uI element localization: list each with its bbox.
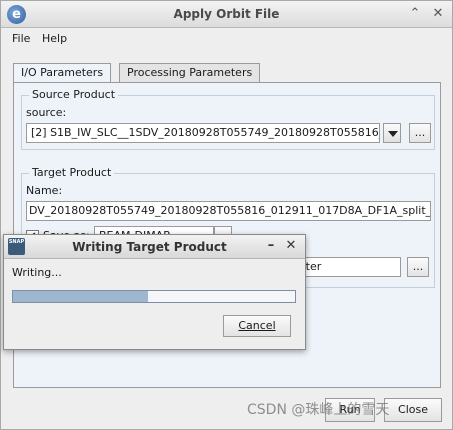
close-icon[interactable]: ✕ — [429, 5, 447, 23]
directory-browse-button[interactable]: ... — [407, 257, 429, 277]
tab-processing-parameters[interactable]: Processing Parameters — [119, 63, 261, 82]
dialog-title: Writing Target Product — [72, 240, 227, 254]
tab-io-parameters[interactable]: I/O Parameters — [13, 63, 112, 83]
chevron-up-icon[interactable]: ⌃ — [406, 5, 424, 23]
watermark: CSDN @珠峰上的雪天 — [247, 402, 390, 418]
window-title: Apply Orbit File — [173, 7, 280, 21]
progress-fill — [13, 291, 149, 302]
title-bar[interactable]: e Apply Orbit File ⌃ ✕ — [1, 1, 452, 28]
name-label: Name: — [26, 184, 63, 197]
cancel-label: Cancel — [238, 319, 276, 332]
target-name-field[interactable]: DV_20180928T055749_20180928T055816_01291… — [26, 201, 431, 221]
writing-progress-dialog: SNAP Writing Target Product – ✕ Writing.… — [3, 234, 306, 350]
writing-status: Writing... — [12, 266, 62, 279]
apply-orbit-file-window: e Apply Orbit File ⌃ ✕ File Help I/O Par… — [0, 0, 453, 430]
target-product-title: Target Product — [29, 166, 115, 179]
snap-icon: SNAP — [8, 238, 25, 255]
source-dropdown-arrow-icon[interactable] — [383, 123, 401, 143]
dialog-title-bar[interactable]: SNAP Writing Target Product – ✕ — [4, 235, 305, 259]
minimize-icon[interactable]: – — [263, 238, 279, 254]
source-product-select[interactable]: [2] S1B_IW_SLC__1SDV_20180928T055749_201… — [26, 123, 380, 143]
source-product-group: Source Product source: [2] S1B_IW_SLC__1… — [21, 88, 435, 150]
source-product-title: Source Product — [29, 88, 119, 101]
source-label: source: — [26, 106, 67, 119]
dialog-close-icon[interactable]: ✕ — [283, 238, 299, 254]
menu-help[interactable]: Help — [42, 32, 67, 45]
menu-file[interactable]: File — [12, 32, 30, 45]
menu-bar: File Help — [1, 29, 452, 49]
write-progress-bar — [12, 290, 296, 303]
source-browse-button[interactable]: ... — [409, 123, 431, 143]
cancel-button[interactable]: Cancel — [223, 315, 291, 337]
close-button[interactable]: Close — [384, 398, 442, 422]
